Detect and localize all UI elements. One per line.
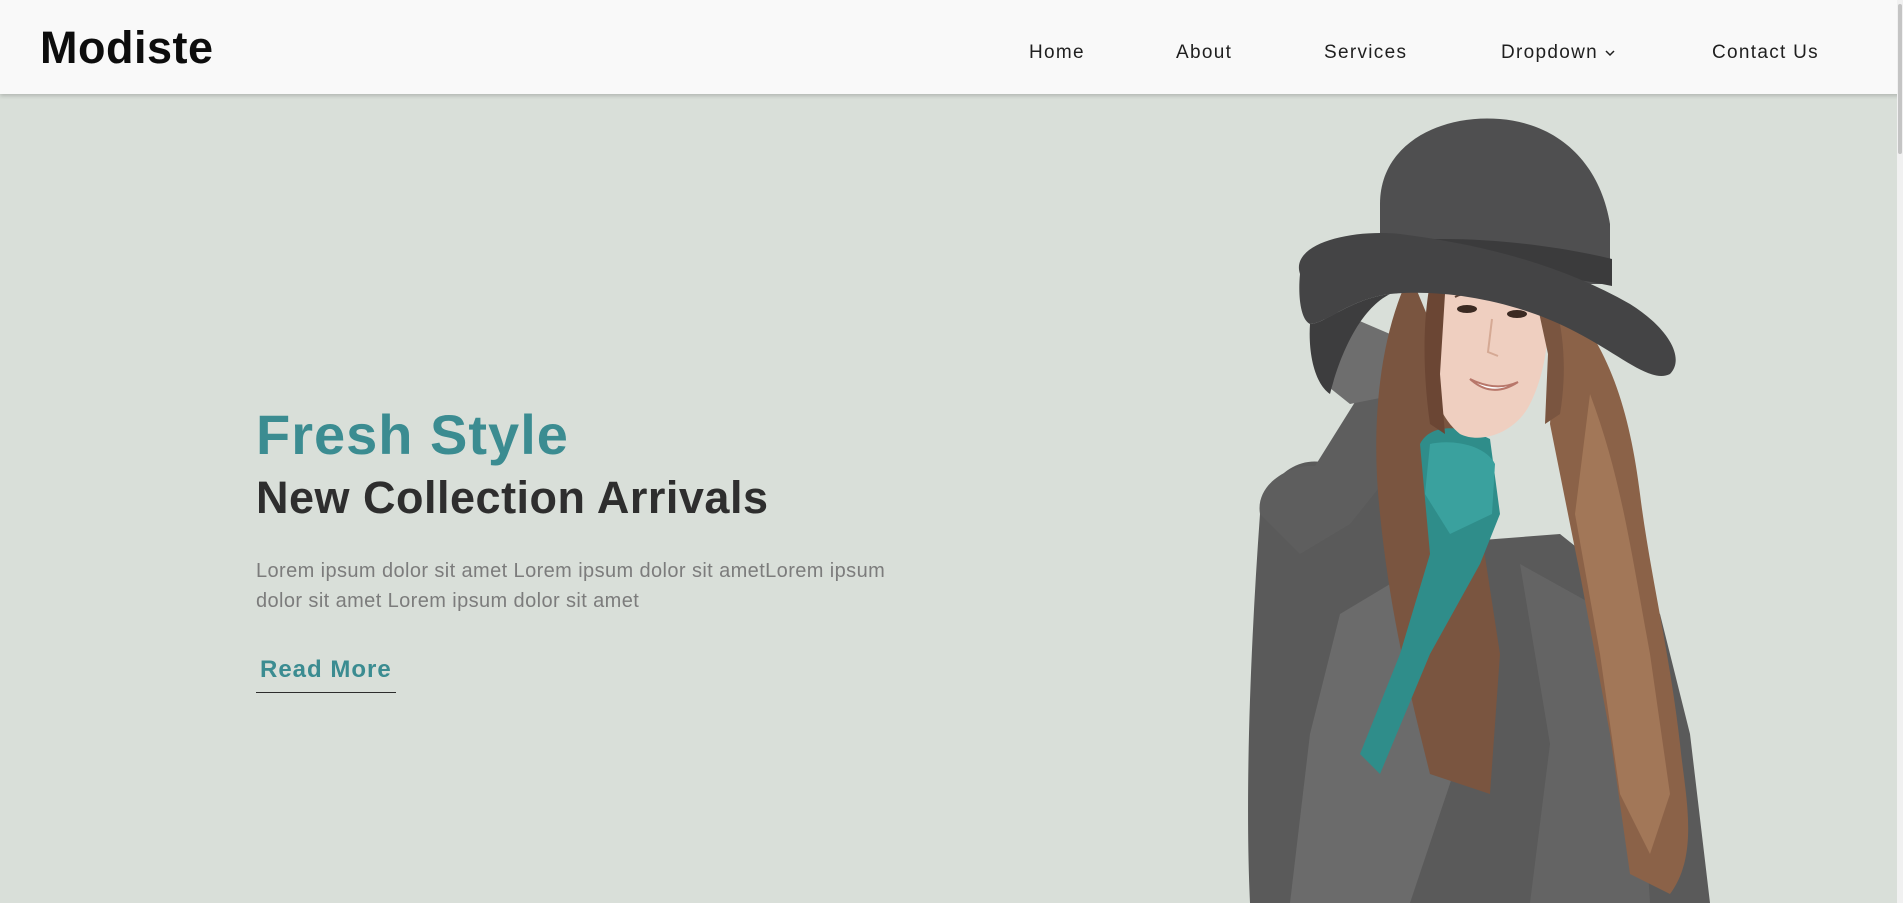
model-woman-hat-image [1248,118,1710,903]
nav-about-link[interactable]: About [1176,42,1232,64]
page-scrollbar[interactable] [1897,0,1903,903]
nav-services-link[interactable]: Services [1324,42,1407,64]
read-more-button[interactable]: Read More [256,656,396,693]
hero-description: Lorem ipsum dolor sit amet Lorem ipsum d… [256,560,886,612]
hero-subtitle: New Collection Arrivals [256,472,769,523]
navbar: Modiste Home About Services Dropdown Con… [0,0,1903,94]
brand-logo[interactable]: Modiste [40,22,214,74]
hero-title: Fresh Style [256,403,569,466]
hero-section: Fresh Style New Collection Arrivals Lore… [0,94,1897,903]
nav-home-link[interactable]: Home [1029,42,1085,64]
chevron-down-icon [1605,50,1615,57]
nav-dropdown-label: Dropdown [1501,42,1599,63]
nav-contact-link[interactable]: Contact Us [1712,42,1819,64]
nav-dropdown-toggle[interactable]: Dropdown [1501,42,1616,64]
scrollbar-thumb[interactable] [1898,4,1902,154]
